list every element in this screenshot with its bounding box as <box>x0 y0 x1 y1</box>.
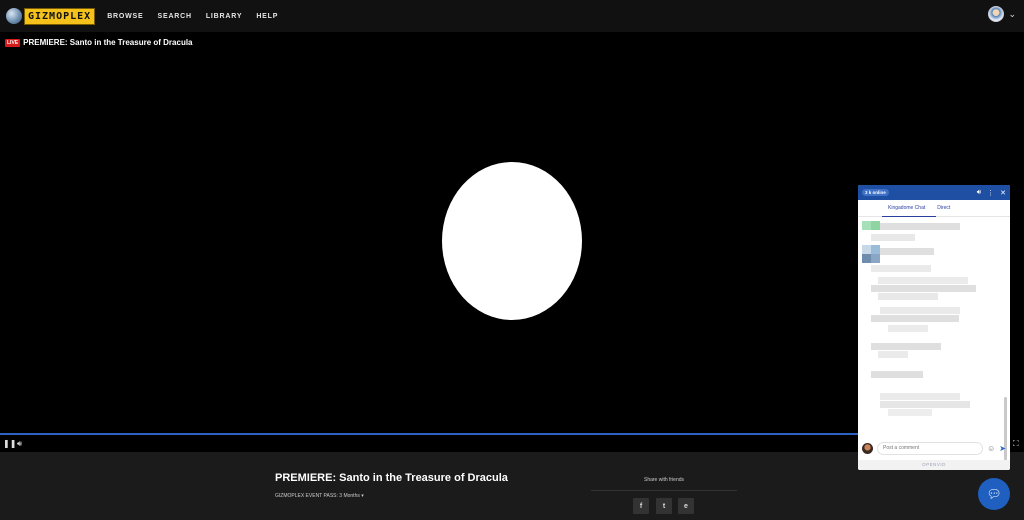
fullscreen-icon[interactable]: ⛶ <box>1013 439 1019 449</box>
avatar <box>988 6 1005 22</box>
share-divider <box>591 490 737 491</box>
video-title: PREMIERE: Santo in the Treasure of Dracu… <box>23 38 193 47</box>
online-count-badge: 3 k online <box>862 189 889 196</box>
list-item <box>878 277 968 284</box>
chevron-down-icon: ⌄ <box>1008 8 1016 19</box>
chat-avatar <box>862 221 871 230</box>
comment-input[interactable] <box>877 441 984 455</box>
chat-avatar <box>871 245 880 254</box>
list-item <box>880 307 960 314</box>
globe-logo-icon <box>6 8 22 24</box>
list-item <box>880 401 970 408</box>
list-item <box>880 248 934 255</box>
movie-title: PREMIERE: Santo in the Treasure of Dracu… <box>275 472 508 484</box>
tab-kingadome-chat[interactable]: Kingadome Chat <box>882 205 931 211</box>
list-item <box>880 393 960 400</box>
video-frame-moon <box>442 162 582 320</box>
chat-avatar <box>862 254 871 263</box>
list-item <box>871 285 976 292</box>
list-item <box>871 265 931 272</box>
chat-bubble-button[interactable]: 💬︎ <box>978 478 1010 510</box>
user-menu[interactable]: ⌄ <box>988 6 1016 22</box>
chat-messages <box>858 217 1010 465</box>
list-item <box>888 325 928 332</box>
chat-tabs: Kingadome Chat Direct <box>858 200 1010 217</box>
list-item <box>871 234 915 241</box>
send-icon[interactable]: ➤ <box>999 444 1006 453</box>
list-item <box>878 351 908 358</box>
main-nav: BROWSE SEARCH LIBRARY HELP <box>107 13 278 20</box>
nav-browse[interactable]: BROWSE <box>107 13 143 20</box>
live-badge: LIVE <box>5 38 21 47</box>
email-share-button[interactable]: e <box>678 498 694 514</box>
more-menu-icon[interactable]: ⋮ <box>987 189 994 197</box>
list-item <box>871 315 959 322</box>
close-icon[interactable]: ✕ <box>1000 189 1006 197</box>
list-item <box>871 371 923 378</box>
pause-icon[interactable]: ❚❚ <box>3 439 16 448</box>
chat-header: 3 k online 🔊︎ ⋮ ✕ <box>858 185 1010 200</box>
volume-icon[interactable]: 🔊︎ <box>17 439 22 449</box>
gizmoplex-logo[interactable]: GIZMOPLEX <box>6 7 96 25</box>
tab-direct[interactable]: Direct <box>931 205 956 211</box>
nav-search[interactable]: SEARCH <box>158 13 192 20</box>
top-nav: GIZMOPLEX BROWSE SEARCH LIBRARY HELP ⌄ <box>0 0 1024 32</box>
chat-bubble-icon: 💬︎ <box>986 487 1002 501</box>
caret-down-icon: ▾ <box>361 493 364 499</box>
list-item <box>880 223 960 230</box>
email-icon: e <box>684 502 688 510</box>
chat-volume-icon[interactable]: 🔊︎ <box>977 189 981 197</box>
list-item <box>871 343 941 350</box>
emoji-icon[interactable]: ☺ <box>987 444 995 453</box>
facebook-share-button[interactable]: f <box>633 498 649 514</box>
chat-footer-brand: OPENVID <box>858 460 1010 470</box>
twitter-icon: t <box>662 502 666 510</box>
chat-avatar <box>871 254 880 263</box>
event-pass[interactable]: GIZMOPLEX EVENT PASS: 3 Months ▾ <box>275 493 364 499</box>
event-pass-label: GIZMOPLEX EVENT PASS: 3 Months <box>275 493 360 499</box>
list-item <box>878 293 938 300</box>
chat-avatar <box>862 245 871 254</box>
twitter-share-button[interactable]: t <box>656 498 672 514</box>
chat-widget: 3 k online 🔊︎ ⋮ ✕ Kingadome Chat Direct <box>858 185 1010 470</box>
list-item <box>888 409 932 416</box>
nav-help[interactable]: HELP <box>256 13 278 20</box>
chat-composer: ☺ ➤ <box>858 438 1010 458</box>
progress-bar[interactable] <box>0 433 858 435</box>
share-title: Share with friends <box>643 477 685 483</box>
avatar <box>862 442 873 454</box>
logo-text: GIZMOPLEX <box>24 7 96 25</box>
nav-library[interactable]: LIBRARY <box>206 13 242 20</box>
chat-avatar <box>871 221 880 230</box>
facebook-icon: f <box>639 502 643 510</box>
video-header: LIVE PREMIERE: Santo in the Treasure of … <box>5 38 193 47</box>
